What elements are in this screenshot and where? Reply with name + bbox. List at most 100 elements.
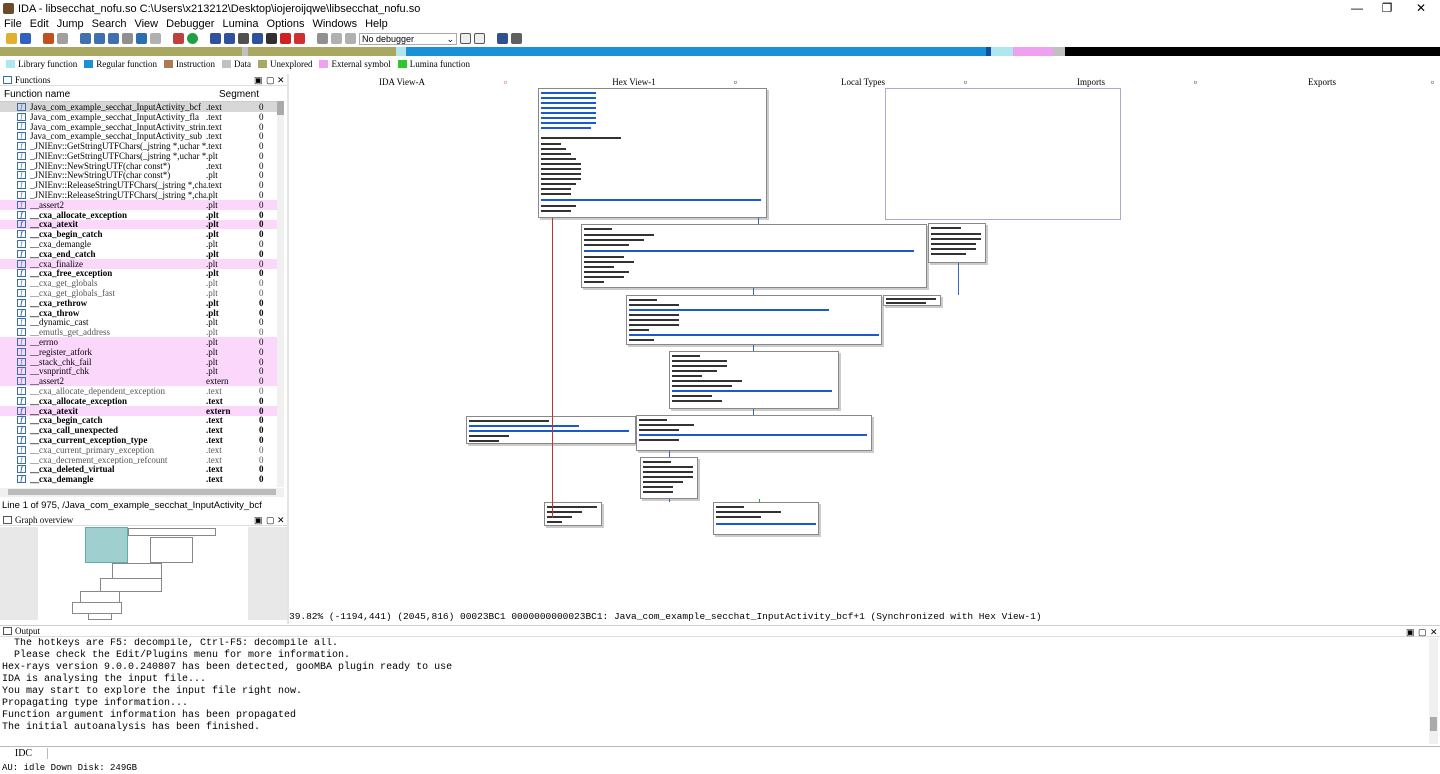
trace-icon[interactable] xyxy=(294,33,305,44)
function-row[interactable]: f __assert2 extern 0 xyxy=(0,376,284,387)
function-row[interactable]: f __cxa_finalize .plt 0 xyxy=(0,258,284,269)
menu-debugger[interactable]: Debugger xyxy=(162,18,218,30)
float-icon[interactable]: ▢ xyxy=(266,514,275,526)
terminate-icon[interactable] xyxy=(345,33,356,44)
stop-icon[interactable] xyxy=(280,33,291,44)
attach-icon[interactable] xyxy=(460,33,471,44)
graph-overview-canvas[interactable] xyxy=(0,527,287,620)
restore-icon[interactable]: ▣ xyxy=(254,74,263,86)
debugger-select[interactable]: No debugger ⌄ xyxy=(359,32,457,45)
graph-block-loc-23C66[interactable] xyxy=(669,351,839,409)
function-row[interactable]: f __cxa_rethrow .plt 0 xyxy=(0,298,284,308)
function-row[interactable]: f _JNIEnv::GetStringUTFChars(_jstring *,u… xyxy=(0,151,284,161)
function-row[interactable]: f __cxa_get_globals_fast .plt 0 xyxy=(0,288,284,298)
overview-viewport[interactable] xyxy=(85,527,128,563)
back-icon[interactable] xyxy=(43,33,54,44)
search-binary-icon[interactable] xyxy=(108,33,119,44)
menu-lumina[interactable]: Lumina xyxy=(218,18,262,30)
function-row[interactable]: f __errno .plt 0 xyxy=(0,337,284,347)
function-row[interactable]: f _JNIEnv::NewStringUTF(char const*) .text… xyxy=(0,161,284,171)
function-row[interactable]: f __assert2 .plt 0 xyxy=(0,199,284,210)
graph-block-stack-chk-fail[interactable] xyxy=(713,502,819,535)
lumina-icon[interactable] xyxy=(187,33,198,44)
run-icon[interactable] xyxy=(317,33,328,44)
menu-search[interactable]: Search xyxy=(88,18,131,30)
restore-icon[interactable]: ▣ xyxy=(254,514,263,526)
graph-block-loc-23C9C[interactable] xyxy=(640,457,698,499)
idc-button[interactable]: IDC xyxy=(0,748,48,759)
process-icon[interactable] xyxy=(474,33,485,44)
close-icon[interactable]: ✕ xyxy=(277,514,285,526)
functions-hscrollbar[interactable] xyxy=(0,488,284,497)
ida-graph-view[interactable] xyxy=(289,88,1440,608)
binoculars-icon[interactable] xyxy=(80,33,91,44)
function-row[interactable]: f __cxa_allocate_exception .text 0 xyxy=(0,396,284,406)
minimize-button[interactable]: — xyxy=(1340,0,1374,16)
function-row[interactable]: f __cxa_free_exception .plt 0 xyxy=(0,269,284,278)
close-icon[interactable]: ✕ xyxy=(1430,626,1438,638)
pause-icon[interactable] xyxy=(331,33,342,44)
function-row[interactable]: f _JNIEnv::NewStringUTF(char const*) .plt 0 xyxy=(0,171,284,180)
function-row[interactable]: f __register_atfork .plt 0 xyxy=(0,346,284,357)
function-row[interactable]: f __cxa_atexit extern 0 xyxy=(0,405,284,416)
function-row[interactable]: f __cxa_current_exception_type .text 0 xyxy=(0,435,284,445)
function-row[interactable]: f __cxa_deleted_virtual .text 0 xyxy=(0,464,284,474)
functions-vscrollbar[interactable] xyxy=(277,101,284,487)
column-segment[interactable]: Segment xyxy=(216,89,276,100)
menu-help[interactable]: Help xyxy=(361,18,392,30)
functions-icon[interactable] xyxy=(210,33,221,44)
function-row[interactable]: f __cxa_call_unexpected .text 0 xyxy=(0,425,284,435)
graph-block-call[interactable] xyxy=(883,295,941,306)
function-row[interactable]: f __dynamic_cast .plt 0 xyxy=(0,318,284,327)
function-row[interactable]: f _JNIEnv::GetStringUTFChars(_jstring *,u… xyxy=(0,141,284,151)
function-row[interactable]: f __cxa_demangle .plt 0 xyxy=(0,239,284,249)
structs-icon[interactable] xyxy=(252,33,263,44)
graph-block-entry[interactable] xyxy=(538,88,767,218)
output-vscrollbar[interactable] xyxy=(1429,638,1438,744)
menu-jump[interactable]: Jump xyxy=(53,18,88,30)
graph-block-loc-23C4F[interactable] xyxy=(626,295,882,345)
layout-icon[interactable] xyxy=(497,33,508,44)
float-icon[interactable]: ▢ xyxy=(1418,626,1427,638)
forward-icon[interactable] xyxy=(57,33,68,44)
tab-hex-view[interactable]: Hex View-1 ▫ xyxy=(525,76,743,88)
function-row[interactable]: f __cxa_demangle .text 0 xyxy=(0,474,284,484)
tab-imports[interactable]: Imports ▫ xyxy=(985,76,1197,88)
function-row[interactable]: f __cxa_atexit .plt 0 xyxy=(0,219,284,230)
function-row[interactable]: f __cxa_allocate_dependent_exception .text… xyxy=(0,386,284,396)
close-icon[interactable]: ▫ xyxy=(1194,76,1197,88)
menu-view[interactable]: View xyxy=(130,18,162,30)
function-row[interactable]: f __emutls_get_address .plt 0 xyxy=(0,327,284,337)
graph-block-loc-23040[interactable] xyxy=(928,223,986,263)
breakpoint-icon[interactable] xyxy=(266,33,277,44)
function-row[interactable]: f __cxa_get_globals .plt 0 xyxy=(0,278,284,288)
names-icon[interactable] xyxy=(224,33,235,44)
navigation-band[interactable] xyxy=(0,46,1440,57)
menu-windows[interactable]: Windows xyxy=(308,18,361,30)
functions-list[interactable]: Function name Segment f Java_com_example_… xyxy=(0,88,284,488)
graph-icon[interactable] xyxy=(173,33,184,44)
menu-edit[interactable]: Edit xyxy=(26,18,53,30)
search-next-icon[interactable] xyxy=(122,33,133,44)
float-icon[interactable]: ▢ xyxy=(266,74,275,86)
maximize-button[interactable]: ❐ xyxy=(1370,0,1404,16)
close-icon[interactable]: ▫ xyxy=(1431,76,1434,88)
save-icon[interactable] xyxy=(20,33,31,44)
function-row[interactable]: f __cxa_throw .plt 0 xyxy=(0,308,284,318)
close-icon[interactable]: ▫ xyxy=(734,76,737,88)
idc-command-input[interactable] xyxy=(48,748,1440,760)
function-row[interactable]: f _JNIEnv::ReleaseStringUTFChars(_jstring… xyxy=(0,190,284,200)
function-row[interactable]: f Java_com_example_secchat_InputActivity_… xyxy=(0,122,284,131)
graph-block-loc-23C93[interactable] xyxy=(636,415,872,451)
restore-icon[interactable]: ▣ xyxy=(1406,626,1415,638)
tab-exports[interactable]: Exports ▫ xyxy=(1210,76,1434,88)
close-icon[interactable]: ▫ xyxy=(964,76,967,88)
function-row[interactable]: f __cxa_decrement_exception_refcount .text… xyxy=(0,455,284,464)
function-row[interactable]: f __vsnprintf_chk .plt 0 xyxy=(0,366,284,377)
close-icon[interactable]: ✕ xyxy=(277,74,285,86)
graph-block-loc-23C3D[interactable] xyxy=(581,224,927,288)
menu-options[interactable]: Options xyxy=(263,18,309,30)
column-function-name[interactable]: Function name xyxy=(0,89,216,100)
function-row[interactable]: f Java_com_example_secchat_InputActivity_… xyxy=(0,131,284,141)
jump-icon[interactable] xyxy=(136,33,147,44)
